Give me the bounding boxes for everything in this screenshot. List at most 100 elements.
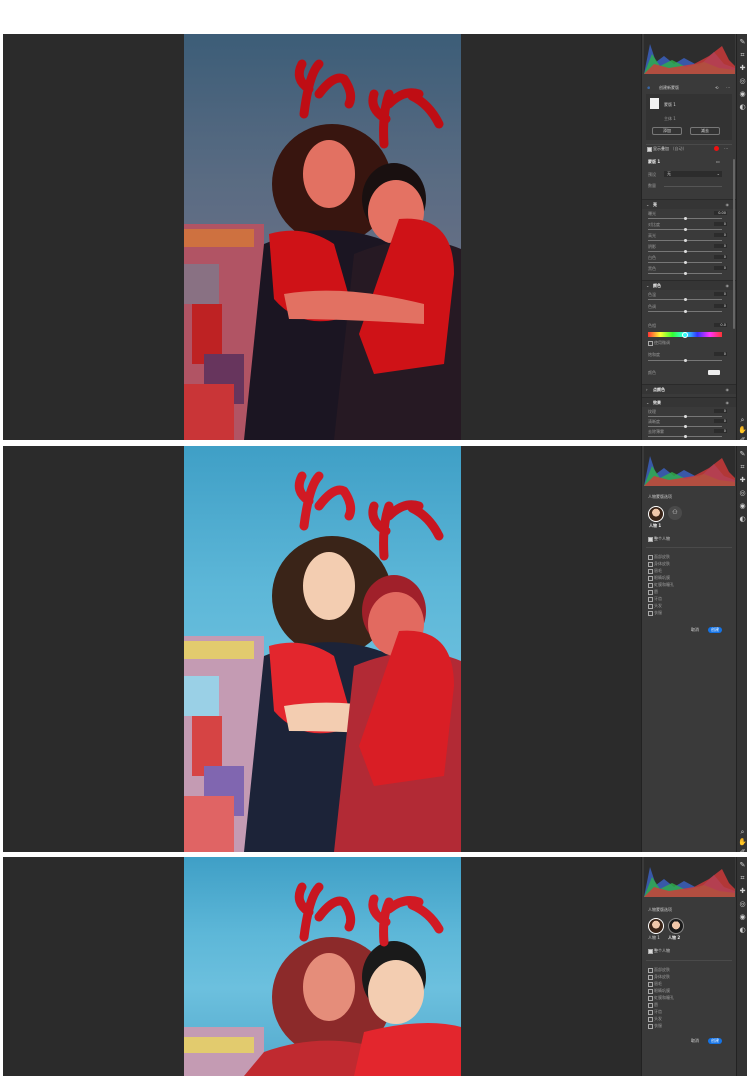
slider-track[interactable]	[648, 217, 722, 220]
slider-knob[interactable]	[684, 415, 687, 418]
overlay-color-swatch[interactable]	[714, 146, 719, 151]
option-checkbox[interactable]	[648, 1010, 653, 1015]
masks-icon[interactable]: ◎	[738, 77, 747, 86]
masks-icon[interactable]: ◎	[738, 489, 747, 498]
option-checkbox[interactable]	[648, 590, 653, 595]
slider-value[interactable]: 0	[714, 222, 727, 226]
point-color-section-header[interactable]: › 点颜色 ◉	[642, 384, 737, 394]
crop-icon[interactable]: ⌗	[738, 51, 747, 60]
subtract-button[interactable]: 减去	[690, 127, 720, 135]
panel-scrollbar[interactable]	[733, 159, 735, 329]
option-checkbox[interactable]	[648, 975, 653, 980]
option-checkbox[interactable]	[648, 597, 653, 602]
color-swatch[interactable]	[708, 370, 720, 375]
slider-value[interactable]: 0	[714, 233, 727, 237]
overlay-checkbox[interactable]	[647, 147, 652, 152]
slider-value[interactable]: 0	[714, 304, 727, 308]
edit-icon[interactable]: ✎	[738, 450, 747, 459]
photo-couple-person1-masked[interactable]	[184, 857, 461, 1076]
heal-icon[interactable]: ✚	[738, 476, 747, 485]
slider-knob[interactable]	[684, 261, 687, 264]
masks-icon[interactable]: ◎	[738, 900, 747, 909]
slider-track[interactable]	[648, 239, 722, 242]
more-icon[interactable]: ⋯	[726, 85, 730, 90]
hue-slider[interactable]	[648, 332, 722, 338]
slider-value[interactable]: 0	[714, 255, 727, 259]
slider-knob[interactable]	[684, 298, 687, 301]
slider-track[interactable]	[648, 415, 722, 418]
hand-icon[interactable]: ✋	[738, 426, 747, 435]
slider-knob[interactable]	[684, 228, 687, 231]
add-button[interactable]: 添加	[652, 127, 682, 135]
presets-icon[interactable]: ◐	[738, 926, 747, 935]
slider-value[interactable]: 0	[714, 292, 727, 296]
edit-icon[interactable]: ✎	[738, 38, 747, 47]
mask-name[interactable]: 蒙版 1	[664, 102, 676, 107]
mask-thumbnail[interactable]	[650, 98, 659, 109]
fine-adjust-checkbox[interactable]	[648, 341, 653, 346]
whole-person-checkbox[interactable]	[648, 949, 653, 954]
zoom-icon[interactable]: ⌕	[738, 416, 747, 425]
slider-track[interactable]	[648, 425, 722, 428]
create-button[interactable]: 创建	[708, 627, 722, 633]
option-checkbox[interactable]	[648, 555, 653, 560]
slider-track[interactable]	[648, 228, 722, 231]
color-section-header[interactable]: ⌄ 颜色 ◉	[642, 280, 737, 290]
option-checkbox[interactable]	[648, 604, 653, 609]
effects-section-header[interactable]: ⌄ 效果 ◉	[642, 397, 737, 407]
slider-track[interactable]	[648, 250, 722, 253]
slider-knob[interactable]	[684, 272, 687, 275]
overlay-mode[interactable]: (自动)	[673, 146, 684, 151]
light-section-header[interactable]: ⌄ 亮 ◉	[642, 199, 737, 209]
option-checkbox[interactable]	[648, 569, 653, 574]
option-checkbox[interactable]	[648, 1024, 653, 1029]
heal-icon[interactable]: ✚	[738, 64, 747, 73]
cancel-button[interactable]: 取消	[688, 1038, 702, 1044]
slider-value[interactable]: 0.00	[714, 211, 727, 215]
overlay-more-icon[interactable]: ⋯	[724, 146, 728, 151]
add-mask-icon[interactable]: ⊕	[647, 85, 650, 90]
slider-value[interactable]: 0	[714, 409, 727, 413]
person-1-avatar[interactable]	[648, 506, 664, 522]
canvas-area[interactable]	[3, 857, 641, 1076]
slider-knob[interactable]	[684, 239, 687, 242]
option-checkbox[interactable]	[648, 583, 653, 588]
hand-icon[interactable]: ✋	[738, 838, 747, 847]
slider-knob[interactable]	[684, 217, 687, 220]
option-checkbox[interactable]	[648, 982, 653, 987]
slider-track[interactable]	[648, 298, 722, 301]
subject-label[interactable]: 主体 1	[664, 116, 676, 121]
amount-slider[interactable]	[664, 186, 722, 187]
photo-couple-masked[interactable]	[184, 34, 461, 440]
photo-couple-person2-masked[interactable]	[184, 446, 461, 852]
slider-track[interactable]	[648, 272, 722, 275]
person-2-avatar[interactable]	[668, 918, 684, 934]
slider-value[interactable]: 0	[714, 266, 727, 270]
option-checkbox[interactable]	[648, 996, 653, 1001]
person-add-icon[interactable]: ⚇	[668, 506, 682, 520]
redeye-icon[interactable]: ◉	[738, 913, 747, 922]
sample-icon[interactable]: ✐	[738, 848, 747, 852]
zoom-icon[interactable]: ⌕	[738, 828, 747, 837]
heal-icon[interactable]: ✚	[738, 887, 747, 896]
redeye-icon[interactable]: ◉	[738, 90, 747, 99]
canvas-area[interactable]	[3, 34, 641, 440]
section-collapse-icon[interactable]: ▭	[716, 159, 720, 164]
preset-select[interactable]: 无 ⌄	[664, 171, 722, 177]
slider-track[interactable]	[648, 310, 722, 313]
option-checkbox[interactable]	[648, 576, 653, 581]
option-checkbox[interactable]	[648, 562, 653, 567]
slider-value[interactable]: 0	[714, 429, 727, 433]
option-checkbox[interactable]	[648, 968, 653, 973]
slider-track[interactable]	[648, 435, 722, 438]
slider-knob[interactable]	[684, 435, 687, 438]
slider-knob[interactable]	[684, 310, 687, 313]
slider-knob[interactable]	[684, 425, 687, 428]
hue-value[interactable]: 0.0	[714, 323, 727, 327]
slider-value[interactable]: 0	[714, 244, 727, 248]
option-checkbox[interactable]	[648, 611, 653, 616]
slider-knob[interactable]	[684, 250, 687, 253]
crop-icon[interactable]: ⌗	[738, 874, 747, 883]
crop-icon[interactable]: ⌗	[738, 463, 747, 472]
slider-value[interactable]: 0	[714, 419, 727, 423]
